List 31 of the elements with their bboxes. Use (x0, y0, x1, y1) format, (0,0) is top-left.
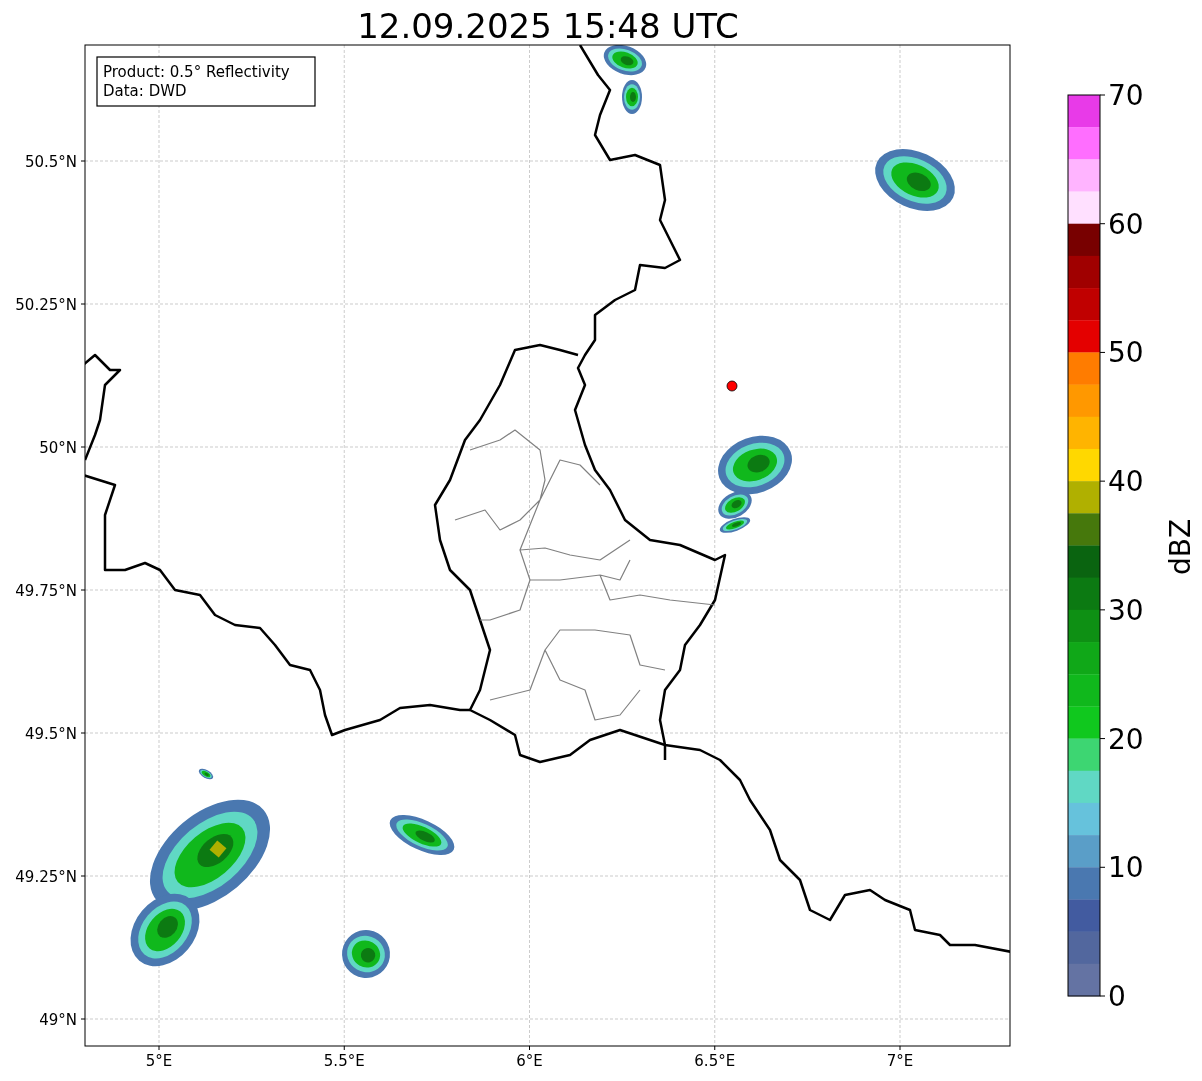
radar-site-marker (726, 380, 738, 392)
chart-title: 12.09.2025 15:48 UTC (357, 6, 739, 46)
colorbar-tick-label: 20 (1108, 722, 1144, 756)
longitude-label: 5.5°E (323, 1052, 365, 1070)
radar-echo (622, 80, 642, 114)
latitude-label: 50°N (39, 439, 77, 457)
longitude-label: 5°E (145, 1052, 173, 1070)
radar-echo (389, 814, 455, 856)
radar-echo (342, 930, 390, 978)
colorbar-tick-label: 70 (1108, 79, 1144, 112)
latitude-label: 50.25°N (15, 296, 77, 314)
latitude-label: 49.25°N (15, 868, 77, 886)
longitude-label: 6°E (516, 1052, 543, 1070)
latitude-label: 49°N (39, 1011, 77, 1029)
latitude-label: 50.5°N (24, 153, 77, 171)
colorbar-tick-label: 0 (1108, 980, 1126, 1013)
radar-echo-core (209, 840, 227, 858)
colorbar-tick-label: 40 (1108, 465, 1144, 499)
longitude-label: 7°E (886, 1052, 914, 1070)
colorbar-tick-label: 30 (1108, 593, 1144, 627)
latitude-label: 49.5°N (24, 725, 77, 743)
latitude-label: 49.75°N (15, 582, 77, 600)
colorbar-tick-label: 50 (1108, 336, 1144, 370)
longitude-label: 6.5°E (694, 1052, 736, 1070)
info-text: Product: 0.5° Reflectivity (103, 63, 290, 81)
colorbar-label: dBZ (1164, 518, 1197, 576)
info-text: Data: DWD (103, 82, 187, 100)
colorbar-tick-label: 10 (1108, 851, 1144, 885)
radar-echo (198, 768, 214, 780)
radar-echo (603, 45, 647, 76)
colorbar-tick-label: 60 (1108, 207, 1144, 241)
